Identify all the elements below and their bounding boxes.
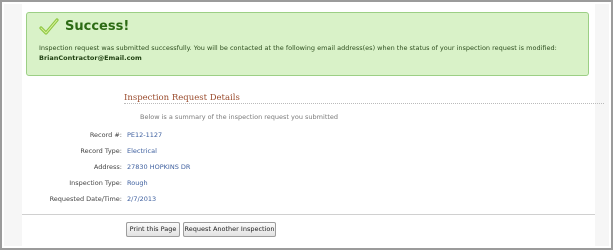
requested-datetime-value: 2/7/2013	[127, 195, 157, 203]
success-title: Success!	[65, 19, 130, 34]
address-value: 27830 HOPKINS DR	[127, 163, 191, 171]
right-margin	[595, 4, 609, 246]
checkmark-icon	[39, 18, 59, 35]
footer-divider	[22, 214, 595, 215]
print-page-button[interactable]: Print this Page	[126, 222, 180, 237]
details-summary: Below is a summary of the inspection req…	[140, 113, 339, 121]
details-header: Inspection Request Details	[124, 93, 240, 103]
success-message-text: Inspection request was submitted success…	[39, 44, 557, 52]
success-message: Inspection request was submitted success…	[39, 43, 587, 63]
inspection-type-label: Inspection Type:	[69, 179, 122, 187]
page-frame: Success! Inspection request was submitte…	[0, 0, 613, 250]
record-number-link[interactable]: PE12-1127	[127, 131, 162, 139]
record-type-label: Record Type:	[80, 147, 122, 155]
left-margin	[4, 4, 22, 246]
request-another-inspection-button[interactable]: Request Another Inspection	[183, 222, 276, 237]
header-divider	[124, 103, 604, 104]
inspection-type-value: Rough	[127, 179, 148, 187]
address-label: Address:	[93, 163, 122, 171]
record-type-value: Electrical	[127, 147, 157, 155]
contact-email: BrianContractor@Email.com	[39, 54, 142, 62]
requested-datetime-label: Requested Date/Time:	[49, 195, 122, 203]
success-banner: Success! Inspection request was submitte…	[26, 12, 589, 76]
record-number-label: Record #:	[89, 131, 122, 139]
